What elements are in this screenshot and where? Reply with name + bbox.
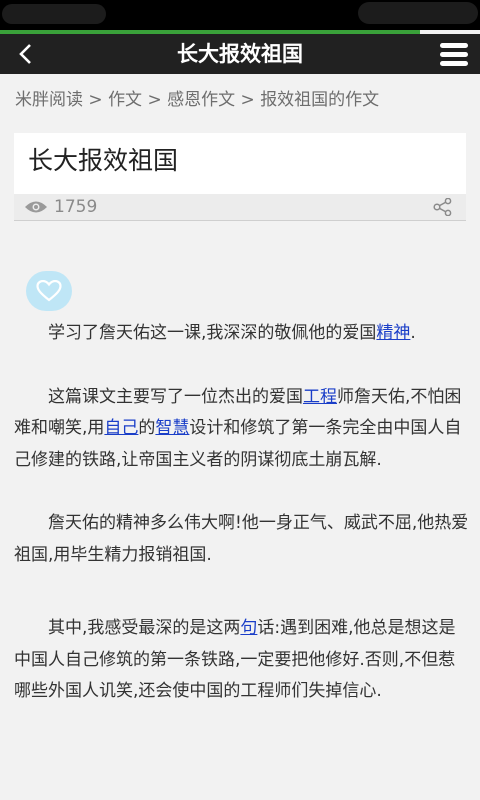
keyword-link[interactable]: 工程 bbox=[303, 387, 337, 407]
article-meta-bar: 1759 bbox=[14, 194, 466, 221]
keyword-link[interactable]: 自己 bbox=[104, 418, 138, 438]
paragraph-text: 学习了詹天佑这一课,我深深的敬佩他的爱国 bbox=[48, 323, 377, 343]
back-button[interactable] bbox=[8, 34, 42, 74]
paragraph-text: 其中,我感受最深的是这两 bbox=[48, 618, 241, 638]
top-app-bar: 长大报效祖国 bbox=[0, 34, 480, 74]
breadcrumb-item[interactable]: 感恩作文 bbox=[167, 90, 235, 110]
status-bar-left bbox=[2, 4, 106, 24]
article-paragraph: 这篇课文主要写了一位杰出的爱国工程师詹天佑,不怕困难和嘲笑,用自己的智慧设计和修… bbox=[14, 382, 470, 477]
hamburger-menu-icon bbox=[440, 42, 468, 48]
like-button[interactable] bbox=[26, 271, 72, 311]
breadcrumb-separator: > bbox=[240, 90, 255, 110]
breadcrumb-item[interactable]: 报效祖国的作文 bbox=[260, 90, 379, 110]
page-title: 长大报效祖国 bbox=[177, 42, 303, 66]
view-count: 1759 bbox=[54, 197, 98, 217]
paragraph-text: 这篇课文主要写了一位杰出的爱国 bbox=[48, 386, 303, 407]
breadcrumb-item[interactable]: 作文 bbox=[108, 90, 142, 110]
heart-icon bbox=[36, 280, 62, 302]
article-title: 长大报效祖国 bbox=[28, 146, 179, 175]
breadcrumb-separator: > bbox=[88, 90, 103, 110]
article-body: 学习了詹天佑这一课,我深深的敬佩他的爱国精神. 这篇课文主要写了一位杰出的爱国工程… bbox=[14, 318, 470, 708]
paragraph-text: 詹天佑的精神多么伟大啊!他一身正气、威武不屈,他热爱祖国,用毕生精力报销祖国. bbox=[14, 513, 469, 565]
paragraph-text: . bbox=[410, 323, 416, 343]
keyword-link[interactable]: 精神 bbox=[376, 323, 410, 343]
status-bar-right bbox=[358, 2, 478, 24]
eye-icon bbox=[25, 201, 47, 213]
breadcrumb-separator: > bbox=[147, 90, 162, 110]
keyword-link[interactable]: 句 bbox=[240, 618, 257, 638]
status-bar bbox=[0, 0, 480, 30]
article-paragraph: 詹天佑的精神多么伟大啊!他一身正气、威武不屈,他热爱祖国,用毕生精力报销祖国. bbox=[14, 508, 470, 571]
menu-button[interactable] bbox=[436, 38, 472, 70]
breadcrumb: 米胖阅读 > 作文 > 感恩作文 > 报效祖国的作文 bbox=[15, 86, 379, 114]
article-header-card: 长大报效祖国 1759 bbox=[14, 133, 466, 221]
chevron-left-icon bbox=[19, 44, 31, 64]
article-paragraph: 其中,我感受最深的是这两句话:遇到困难,他总是想这是中国人自己修筑的第一条铁路,… bbox=[14, 613, 470, 708]
paragraph-text: 的 bbox=[138, 418, 156, 438]
keyword-link[interactable]: 智慧 bbox=[155, 418, 189, 438]
share-icon[interactable] bbox=[432, 198, 454, 216]
breadcrumb-item[interactable]: 米胖阅读 bbox=[15, 90, 83, 110]
article-paragraph: 学习了詹天佑这一课,我深深的敬佩他的爱国精神. bbox=[14, 318, 470, 350]
